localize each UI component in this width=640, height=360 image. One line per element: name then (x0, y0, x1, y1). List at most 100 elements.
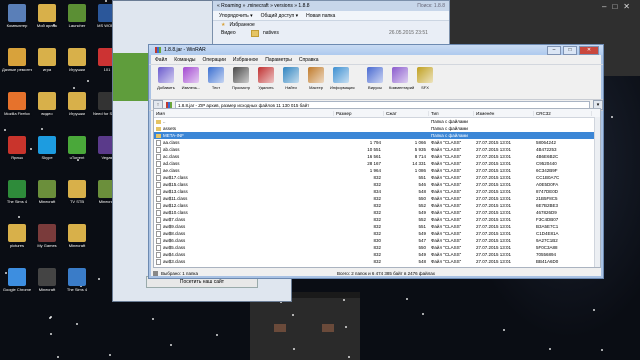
file-row[interactable]: aw$10.class 832 549 Файл "CLASS" 27.07.2015 … (154, 209, 600, 216)
file-row[interactable]: META-INF Папка с файлами (154, 132, 600, 139)
explorer-search-input[interactable]: Поиск: 1.8.8 (417, 3, 445, 9)
column-modified[interactable]: Изменён (474, 110, 534, 116)
desktop-icon-label: Mozilla Firefox (4, 111, 30, 116)
file-name: aw$13.class (163, 188, 188, 194)
column-size[interactable]: Размер (334, 110, 384, 116)
desktop-icon[interactable]: The Sims 4 (2, 180, 32, 212)
menu-options[interactable]: Параметры (265, 57, 292, 63)
toolbar-button[interactable]: Извлечь... (180, 67, 202, 90)
explorer-breadcrumb[interactable]: « Roaming » .minecraft » versions » 1.8.… (217, 3, 310, 9)
desktop-icon[interactable]: Дачные ремонты (2, 48, 32, 80)
toolbar-button[interactable]: Удалить (255, 67, 277, 90)
file-name: assets (163, 126, 177, 131)
desktop-icon[interactable]: Launcher (62, 4, 92, 36)
desktop-icon[interactable]: TV STB (62, 180, 92, 212)
file-row[interactable]: ae.class 1 964 1 086 Файл "CLASS" 27.07.2015… (154, 167, 600, 174)
desktop-icon[interactable]: Mozilla Firefox (2, 92, 32, 124)
desktop-icon-label: Skype (41, 155, 53, 160)
toolbar: Добавить Извлечь... Тест Просмотр Удалить Най… (149, 65, 603, 100)
toolbar-button[interactable]: Тест (205, 67, 227, 90)
toolbar-button[interactable]: Комментарий (389, 67, 414, 90)
desktop-icon[interactable]: pictures (2, 224, 32, 256)
cell-crc: A0E5D0FA (536, 182, 559, 187)
vertical-scrollbar[interactable] (594, 117, 600, 267)
file-row[interactable]: aw$13.class 834 548 Файл "CLASS" 27.07.2015 … (154, 188, 600, 195)
file-icon (156, 139, 161, 146)
minimize-button[interactable]: – (547, 46, 561, 55)
app-icon (8, 92, 26, 110)
share-button[interactable]: Общий доступ ▾ (261, 13, 299, 19)
maximize-button[interactable]: □ (563, 46, 577, 55)
cell-type: Файл "CLASS" (431, 231, 462, 236)
menu-favorites[interactable]: Избранное (233, 57, 258, 63)
menu-operations[interactable]: Операции (202, 57, 225, 63)
desktop-icon[interactable]: uTorrent (62, 136, 92, 168)
cell-size: 832 (373, 182, 381, 187)
file-row[interactable]: aw$7.class 832 552 Файл "CLASS" 27.07.2015 1… (154, 216, 600, 223)
app-icon (8, 136, 26, 154)
desktop-icon[interactable]: Minecraft (32, 268, 62, 300)
file-row[interactable]: ac.class 16 561 8 714 Файл "CLASS" 27.07.201… (154, 153, 600, 160)
close-button[interactable]: ✕ (579, 46, 599, 55)
column-type[interactable]: Тип (429, 110, 474, 116)
file-row[interactable]: aw$3.class 832 548 Файл "CLASS" 27.07.2015 1… (154, 258, 600, 265)
file-row[interactable]: aw$12.class 832 552 Файл "CLASS" 27.07.2015 … (154, 202, 600, 209)
cell-size: 832 (373, 210, 381, 215)
organize-button[interactable]: Упорядочить ▾ (219, 13, 253, 19)
menu-file[interactable]: Файл (155, 57, 167, 63)
cell-size: 28 167 (367, 161, 381, 166)
new-folder-button[interactable]: Новая папка (306, 13, 335, 19)
app-icon (68, 4, 86, 22)
desktop-icon[interactable]: Мой ярлык (32, 4, 62, 36)
toolbar-button[interactable]: Мастер (305, 67, 327, 90)
desktop-icon[interactable]: видео (32, 92, 62, 124)
column-packed[interactable]: Сжат (384, 110, 429, 116)
file-row[interactable]: aw$17.class 832 551 Файл "CLASS" 27.07.2015 … (154, 174, 600, 181)
file-row[interactable]: aw$15.class 832 546 Файл "CLASS" 27.07.2015 … (154, 181, 600, 188)
desktop-icon[interactable]: My Games (32, 224, 62, 256)
toolbar-button[interactable]: Вирусы (364, 67, 386, 90)
explorer-file-row[interactable]: Видео natives 26.05.2015 23:51 (213, 29, 449, 37)
explorer-sidebar-favorites[interactable]: ★ Избранное (213, 21, 449, 29)
star-dot (76, 323, 78, 325)
menu-commands[interactable]: Команды (174, 57, 195, 63)
file-row[interactable]: .. Папка с файлами (154, 118, 600, 125)
file-row[interactable]: ad.class 28 167 14 331 Файл "CLASS" 27.07.20… (154, 160, 600, 167)
desktop-icon[interactable]: Minecraft (32, 180, 62, 212)
toolbar-button[interactable]: Просмотр (230, 67, 252, 90)
file-row[interactable]: aw$5.class 832 550 Файл "CLASS" 27.07.2015 1… (154, 244, 600, 251)
file-icon (156, 153, 161, 160)
toolbar-button[interactable]: Добавить (155, 67, 177, 90)
toolbar-button[interactable]: Найти (280, 67, 302, 90)
file-row[interactable]: aw$9.class 832 551 Файл "CLASS" 27.07.2015 1… (154, 223, 600, 230)
cell-size: 832 (373, 259, 381, 264)
desktop-icon[interactable]: The Sims 4 (62, 268, 92, 300)
file-name: aw$4.class (163, 251, 186, 257)
desktop-icon[interactable]: Игрушки (62, 48, 92, 80)
desktop-icon[interactable]: Skype (32, 136, 62, 168)
desktop-icon[interactable]: Игрушки (62, 92, 92, 124)
file-row[interactable]: ab.class 10 551 5 935 Файл "CLASS" 27.07.201… (154, 146, 600, 153)
toolbar-button[interactable]: SFX (414, 67, 436, 90)
file-row[interactable]: assets Папка с файлами (154, 125, 600, 132)
winrar-titlebar[interactable]: 1.8.8.jar - WinRAR – □ ✕ (149, 45, 603, 55)
desktop-icon[interactable]: Ярлык (2, 136, 32, 168)
cell-name: aw$13.class (154, 188, 334, 195)
menu-help[interactable]: Справка (299, 57, 319, 63)
file-row[interactable]: aw$8.class 832 549 Файл "CLASS" 27.07.2015 1… (154, 230, 600, 237)
cell-packed: 550 (418, 245, 426, 250)
desktop-icon[interactable]: Компьютер (2, 4, 32, 36)
file-row[interactable]: aa.class 1 794 1 066 Файл "CLASS" 27.07.2015… (154, 139, 600, 146)
file-row[interactable]: aw$11.class 832 550 Файл "CLASS" 27.07.2015 … (154, 195, 600, 202)
cell-name: aw$5.class (154, 244, 334, 251)
file-row[interactable]: aw$6.class 830 547 Файл "CLASS" 27.07.2015 1… (154, 237, 600, 244)
desktop-icon[interactable]: игра (32, 48, 62, 80)
app-icon (68, 136, 86, 154)
desktop-icon[interactable]: Google Chrome (2, 268, 32, 300)
cell-crc: 6E7B2BE3 (536, 203, 559, 208)
column-name[interactable]: Имя (154, 110, 334, 116)
file-row[interactable]: aw$4.class 832 549 Файл "CLASS" 27.07.2015 1… (154, 251, 600, 258)
column-crc32[interactable]: CRC32 (534, 110, 592, 116)
toolbar-button[interactable]: Информация (330, 67, 355, 90)
desktop-icon[interactable]: Minecraft (62, 224, 92, 256)
